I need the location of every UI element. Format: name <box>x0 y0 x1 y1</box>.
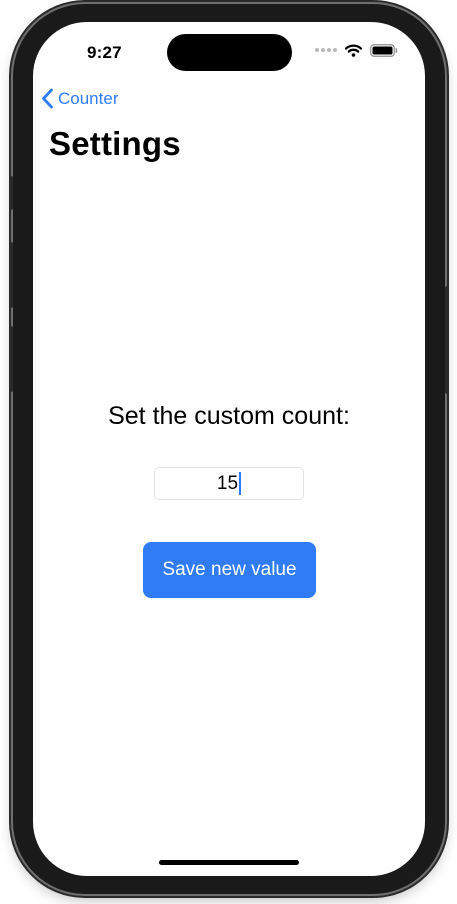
save-new-value-button[interactable]: Save new value <box>143 542 316 598</box>
wifi-icon <box>345 44 362 57</box>
battery-icon <box>370 43 398 57</box>
device-stage: 9:27 Counter Settings Set the custom cou… <box>0 0 457 904</box>
back-button[interactable]: Counter <box>41 88 118 109</box>
chevron-left-icon <box>42 88 53 109</box>
custom-count-input[interactable]: 15 <box>154 467 304 500</box>
dynamic-island <box>167 34 292 71</box>
volume-up-button <box>9 242 13 308</box>
status-time: 9:27 <box>87 43 122 62</box>
custom-count-value: 15 <box>216 472 239 494</box>
home-indicator[interactable] <box>159 860 299 865</box>
custom-count-prompt: Set the custom count: <box>108 402 350 430</box>
cellular-signal-icon <box>315 48 337 52</box>
text-caret <box>239 472 242 495</box>
action-button <box>9 176 13 210</box>
back-button-label: Counter <box>58 88 119 108</box>
volume-down-button <box>9 326 13 392</box>
status-icons <box>315 42 398 58</box>
power-button <box>445 286 449 394</box>
app-screen: 9:27 Counter Settings Set the custom cou… <box>33 22 425 876</box>
page-title: Settings <box>49 125 181 162</box>
